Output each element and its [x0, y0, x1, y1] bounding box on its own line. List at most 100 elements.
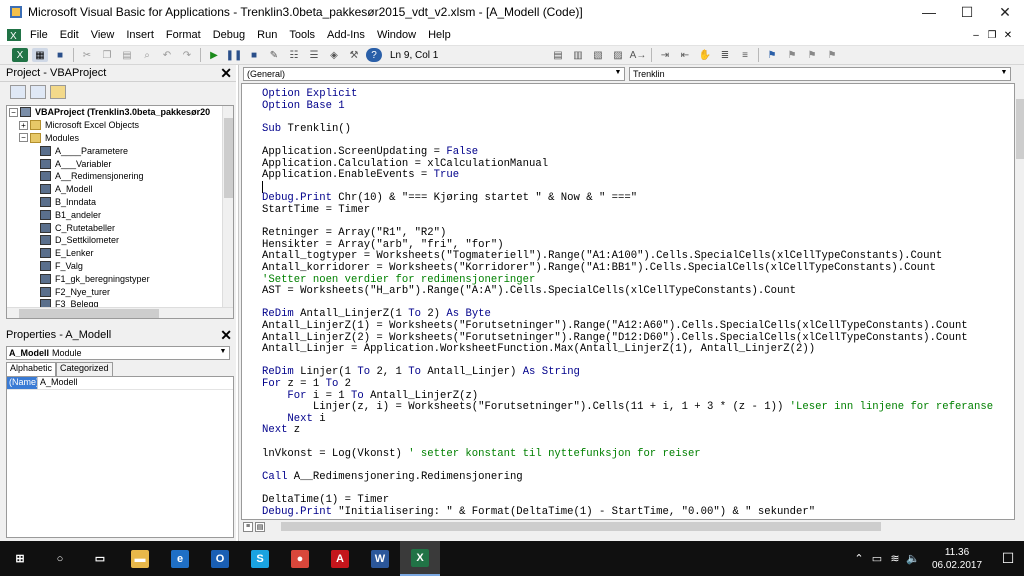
- menu-file[interactable]: File: [24, 29, 54, 41]
- tree-item[interactable]: A_Modell: [7, 183, 233, 196]
- code-line[interactable]: Antall_Linjer = Application.WorksheetFun…: [262, 343, 815, 355]
- menu-add-ins[interactable]: Add-Ins: [321, 29, 371, 41]
- break-icon[interactable]: ❚❚: [226, 48, 243, 62]
- code-line[interactable]: Application.ScreenUpdating = False: [262, 146, 478, 158]
- cut-icon[interactable]: ✂: [79, 48, 95, 62]
- menu-run[interactable]: Run: [251, 29, 283, 41]
- code-line[interactable]: Debug.Print "Initialisering: " & Format(…: [262, 506, 815, 518]
- code-line[interactable]: For i = 1 To Antall_LinjerZ(z): [262, 390, 478, 402]
- clock[interactable]: 11.36 06.02.2017: [922, 546, 992, 572]
- taskbar-chrome-button[interactable]: ●: [280, 541, 320, 576]
- project-explorer-icon[interactable]: ☷: [286, 48, 302, 62]
- tree-item[interactable]: D_Settkilometer: [7, 234, 233, 247]
- code-line[interactable]: Sub Trenklin(): [262, 123, 351, 135]
- tree-item[interactable]: B_Inndata: [7, 196, 233, 209]
- menu-window[interactable]: Window: [371, 29, 422, 41]
- reset-icon[interactable]: ■: [246, 48, 262, 62]
- menu-debug[interactable]: Debug: [207, 29, 251, 41]
- tray-overflow-icon[interactable]: ⌃: [850, 552, 868, 565]
- mdi-close-button[interactable]: ✕: [1000, 30, 1016, 41]
- code-horizontal-scrollbar[interactable]: ≡ ▤: [241, 521, 1015, 532]
- property-row[interactable]: (Name) A_Modell: [7, 377, 233, 390]
- property-value[interactable]: A_Modell: [37, 377, 78, 389]
- expand-icon[interactable]: +: [19, 120, 28, 130]
- menu-format[interactable]: Format: [160, 29, 207, 41]
- tree-item[interactable]: F1_gk_beregningstyper: [7, 272, 233, 285]
- find-icon[interactable]: ⌕: [139, 48, 155, 62]
- toggle-folders-icon[interactable]: [50, 84, 66, 99]
- code-line[interactable]: AST = Worksheets("H_arb").Range("A:A").C…: [262, 285, 796, 297]
- tree-item[interactable]: F2_Nye_turer: [7, 285, 233, 298]
- tree-item[interactable]: − Modules: [7, 132, 233, 145]
- insert-module-icon[interactable]: ▦: [32, 48, 48, 62]
- paste-icon[interactable]: ▤: [119, 48, 135, 62]
- clear-bookmarks-icon[interactable]: ⚑: [824, 48, 840, 62]
- tree-item[interactable]: B1_andeler: [7, 208, 233, 221]
- view-code-icon[interactable]: [10, 84, 26, 99]
- toggle-breakpoint-icon[interactable]: ✋: [697, 48, 713, 62]
- design-mode-icon[interactable]: ✎: [266, 48, 282, 62]
- code-line[interactable]: Hensikter = Array("arb", "fri", "for"): [262, 239, 504, 251]
- close-window-button[interactable]: ✕: [986, 0, 1024, 24]
- taskbar-file-explorer-button[interactable]: ▬: [120, 541, 160, 576]
- object-browser-icon[interactable]: ◈: [326, 48, 342, 62]
- code-line[interactable]: Next z: [262, 424, 300, 436]
- taskbar-search-button[interactable]: ○: [40, 541, 80, 576]
- taskbar-start-button[interactable]: ⊞: [0, 541, 40, 576]
- volume-icon[interactable]: 🔈: [904, 552, 922, 565]
- tab-alphabetic[interactable]: Alphabetic: [6, 362, 57, 376]
- code-line[interactable]: Option Base 1: [262, 100, 345, 112]
- toolbox-icon[interactable]: ⚒: [346, 48, 362, 62]
- tree-item[interactable]: A____Parametere: [7, 144, 233, 157]
- code-line[interactable]: Antall_LinjerZ(2) = Worksheets("Forutset…: [262, 332, 968, 344]
- tree-vertical-scrollbar[interactable]: [222, 106, 233, 318]
- code-line[interactable]: ReDim Antall_LinjerZ(1 To 2) As Byte: [262, 308, 491, 320]
- code-line[interactable]: Option Explicit: [262, 88, 357, 100]
- copy-icon[interactable]: ❐: [99, 48, 115, 62]
- quick-info-icon[interactable]: ▧: [590, 48, 606, 62]
- minimize-button[interactable]: —: [910, 0, 948, 24]
- comment-block-icon[interactable]: ≣: [717, 48, 733, 62]
- code-line[interactable]: Application.EnableEvents = True: [262, 169, 459, 181]
- list-constants-icon[interactable]: ▥: [570, 48, 586, 62]
- object-combo[interactable]: (General) ▼: [243, 67, 625, 81]
- tree-item[interactable]: F_Valg: [7, 260, 233, 273]
- code-line[interactable]: DeltaTime(1) = Timer: [262, 494, 389, 506]
- menu-tools[interactable]: Tools: [283, 29, 321, 41]
- full-module-view-icon[interactable]: ▤: [255, 521, 265, 532]
- excel-icon[interactable]: X: [12, 48, 28, 62]
- excel-view-icon[interactable]: X: [6, 28, 22, 42]
- tab-categorized[interactable]: Categorized: [56, 362, 113, 376]
- complete-word-icon[interactable]: A→: [630, 48, 647, 62]
- taskbar-skype-button[interactable]: S: [240, 541, 280, 576]
- list-properties-icon[interactable]: ▤: [550, 48, 566, 62]
- properties-close-button[interactable]: ✕: [220, 327, 232, 344]
- code-vertical-scrollbar[interactable]: [1015, 83, 1024, 520]
- project-close-button[interactable]: ✕: [220, 65, 232, 82]
- procedure-combo[interactable]: Trenklin ▼: [629, 67, 1011, 81]
- properties-window-icon[interactable]: ☰: [306, 48, 322, 62]
- code-line[interactable]: Application.Calculation = xlCalculationM…: [262, 158, 548, 170]
- tree-item[interactable]: − VBAProject (Trenklin3.0beta_pakkesør20: [7, 106, 233, 119]
- taskbar-outlook-button[interactable]: O: [200, 541, 240, 576]
- properties-object-select[interactable]: A_Modell Module ▼: [6, 346, 230, 360]
- notifications-icon[interactable]: ☐: [992, 541, 1024, 576]
- code-line[interactable]: Antall_LinjerZ(1) = Worksheets("Forutset…: [262, 320, 968, 332]
- undo-icon[interactable]: ↶: [159, 48, 175, 62]
- taskbar-word-button[interactable]: W: [360, 541, 400, 576]
- code-line[interactable]: Antall_togtyper = Worksheets("Togmaterie…: [262, 250, 942, 262]
- taskbar-task-view-button[interactable]: ▭: [80, 541, 120, 576]
- help-icon[interactable]: ?: [366, 48, 382, 62]
- tree-item[interactable]: C_Rutetabeller: [7, 221, 233, 234]
- outdent-icon[interactable]: ⇤: [677, 48, 693, 62]
- tree-item[interactable]: A___Variabler: [7, 157, 233, 170]
- code-editor[interactable]: Option Explicit Option Base 1 Sub Trenklin…: [241, 83, 1015, 520]
- chevron-down-icon[interactable]: ▼: [218, 348, 228, 358]
- uncomment-block-icon[interactable]: ≡: [737, 48, 753, 62]
- maximize-button[interactable]: ☐: [948, 0, 986, 24]
- code-line[interactable]: Retninger = Array("R1", "R2"): [262, 227, 446, 239]
- code-line[interactable]: For z = 1 To 2: [262, 378, 351, 390]
- mdi-minimize-button[interactable]: –: [968, 30, 984, 41]
- save-icon[interactable]: ■: [52, 48, 68, 62]
- code-line[interactable]: lnVkonst = Log(Vkonst) ' setter konstant…: [262, 448, 701, 460]
